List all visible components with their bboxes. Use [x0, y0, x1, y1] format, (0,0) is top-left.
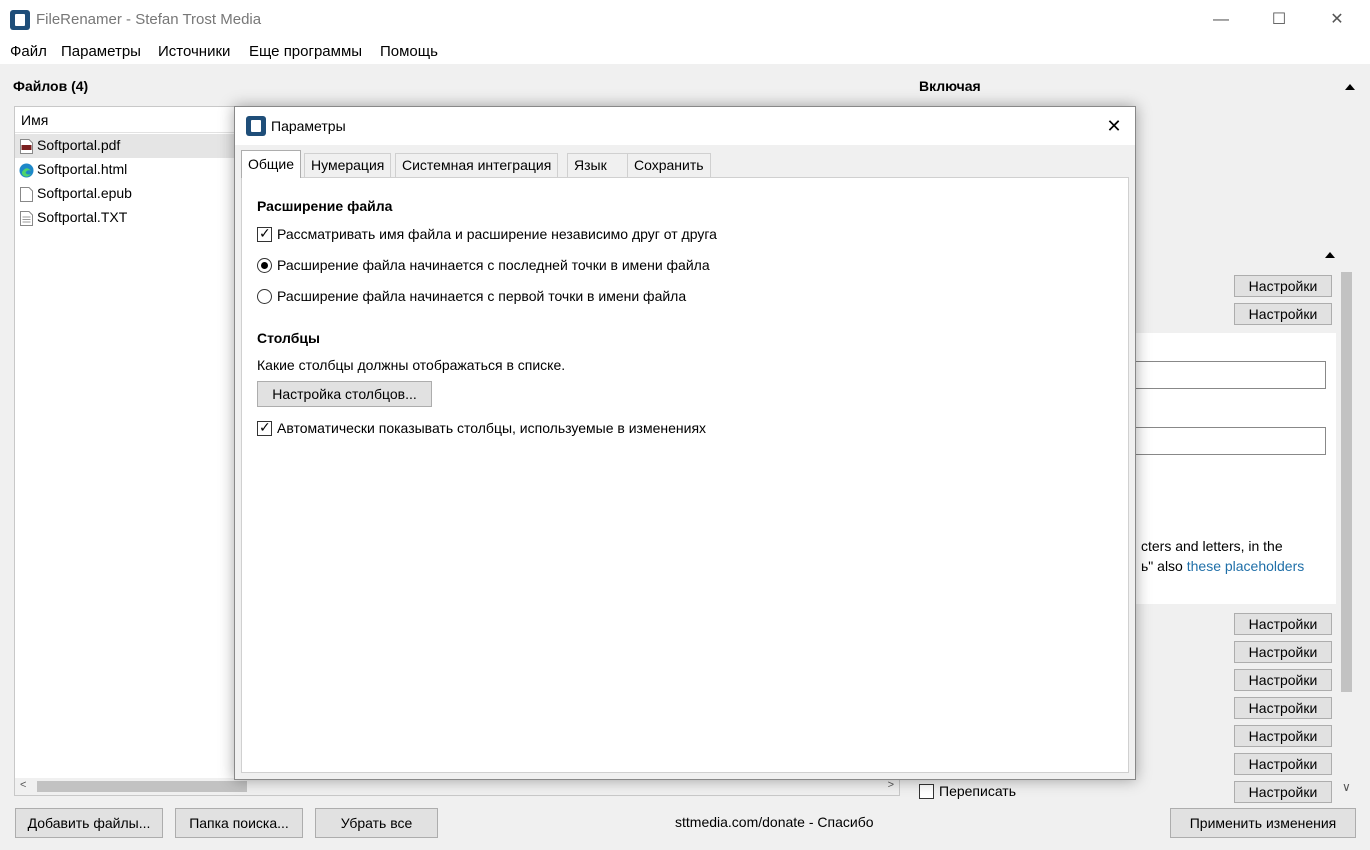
dialog-title: Параметры [271, 118, 346, 134]
apply-changes-button[interactable]: Применить изменения [1170, 808, 1356, 838]
help-text: ь" also these placeholders [1141, 558, 1305, 574]
file-row[interactable]: Softportal.html [15, 158, 245, 182]
extension-last-dot-option[interactable]: Расширение файла начинается с последней … [257, 256, 757, 276]
blank-file-icon [20, 187, 33, 202]
scrollbar-thumb[interactable] [1341, 272, 1352, 692]
remove-all-button[interactable]: Убрать все [315, 808, 438, 838]
horizontal-scrollbar[interactable]: < > [15, 778, 899, 795]
scroll-down-icon[interactable]: ∨ [1342, 780, 1351, 794]
minimize-button[interactable]: — [1198, 6, 1244, 34]
help-text: cters and letters, in the [1141, 538, 1283, 554]
tab-system-integration[interactable]: Системная интеграция [395, 153, 559, 177]
donate-link[interactable]: sttmedia.com/donate - Спасибо [675, 814, 874, 830]
tab-language[interactable]: Язык [567, 153, 628, 177]
tab-general[interactable]: Общие [241, 150, 302, 178]
settings-button[interactable]: Настройки [1234, 753, 1332, 775]
settings-button[interactable]: Настройки [1234, 697, 1332, 719]
independent-name-extension-option[interactable]: Рассматривать имя файла и расширение нез… [257, 225, 757, 245]
scroll-right-icon[interactable]: > [888, 779, 894, 791]
file-row[interactable]: Softportal.pdf [15, 134, 245, 158]
tab-numbering[interactable]: Нумерация [304, 153, 392, 177]
settings-button[interactable]: Настройки [1234, 725, 1332, 747]
right-panel-title: Включая [919, 78, 981, 94]
options-dialog: Параметры ✕ Общие Нумерация Системная ин… [234, 106, 1136, 780]
window-titlebar: FileRenamer - Stefan Trost Media — ☐ ✕ [0, 0, 1370, 40]
menu-help[interactable]: Помощь [380, 43, 438, 60]
tab-panel-general: Расширение файла Рассматривать имя файла… [241, 177, 1129, 773]
columns-description: Какие столбцы должны отображаться в спис… [257, 357, 566, 373]
columns-section-title: Столбцы [257, 330, 320, 346]
maximize-button[interactable]: ☐ [1256, 6, 1302, 34]
menu-parameters[interactable]: Параметры [61, 43, 141, 60]
replace-input[interactable] [1134, 361, 1326, 389]
file-row[interactable]: Softportal.epub [15, 182, 245, 206]
search-folder-button[interactable]: Папка поиска... [175, 808, 303, 838]
files-panel-title: Файлов (4) [13, 78, 89, 94]
vertical-scrollbar[interactable] [1338, 262, 1355, 782]
placeholders-link[interactable]: these placeholders [1187, 558, 1305, 574]
menu-more-programs[interactable]: Еще программы [249, 43, 362, 60]
settings-button[interactable]: Настройки [1234, 303, 1332, 325]
settings-button[interactable]: Настройки [1234, 669, 1332, 691]
extension-first-dot-radio[interactable] [257, 289, 272, 304]
menu-file[interactable]: Файл [10, 43, 47, 60]
settings-button[interactable]: Настройки [1234, 641, 1332, 663]
edge-browser-icon [19, 163, 34, 178]
replace-input[interactable] [1134, 427, 1326, 455]
overwrite-label: Переписать [939, 783, 1017, 799]
dialog-close-icon[interactable]: ✕ [1099, 112, 1129, 140]
app-icon [246, 116, 266, 136]
file-extension-section-title: Расширение файла [257, 198, 393, 214]
window-title: FileRenamer - Stefan Trost Media [36, 11, 262, 28]
dialog-titlebar: Параметры ✕ [235, 107, 1135, 145]
scroll-left-icon[interactable]: < [20, 779, 26, 791]
add-files-button[interactable]: Добавить файлы... [15, 808, 163, 838]
close-button[interactable]: ✕ [1314, 6, 1360, 34]
collapse-up-icon[interactable] [1345, 84, 1355, 90]
pdf-file-icon [20, 139, 33, 154]
file-row[interactable]: Softportal.TXT [15, 206, 245, 230]
overwrite-checkbox[interactable] [919, 784, 934, 799]
auto-show-columns-option[interactable]: Автоматически показывать столбцы, исполь… [257, 419, 757, 439]
app-icon [10, 10, 30, 30]
extension-last-dot-radio[interactable] [257, 258, 272, 273]
text-file-icon [20, 211, 33, 226]
auto-show-columns-checkbox[interactable] [257, 419, 272, 436]
settings-button[interactable]: Настройки [1234, 275, 1332, 297]
extension-first-dot-option[interactable]: Расширение файла начинается с первой точ… [257, 287, 757, 307]
independent-name-extension-checkbox[interactable] [257, 225, 272, 242]
menu-sources[interactable]: Источники [158, 43, 230, 60]
settings-button[interactable]: Настройки [1234, 781, 1332, 803]
scrollbar-thumb[interactable] [37, 781, 247, 792]
collapse-up-icon[interactable] [1325, 252, 1335, 258]
menu-bar: Файл Параметры Источники Еще программы П… [0, 40, 1370, 64]
configure-columns-button[interactable]: Настройка столбцов... [257, 381, 432, 407]
tab-save[interactable]: Сохранить [627, 153, 711, 177]
settings-button[interactable]: Настройки [1234, 613, 1332, 635]
